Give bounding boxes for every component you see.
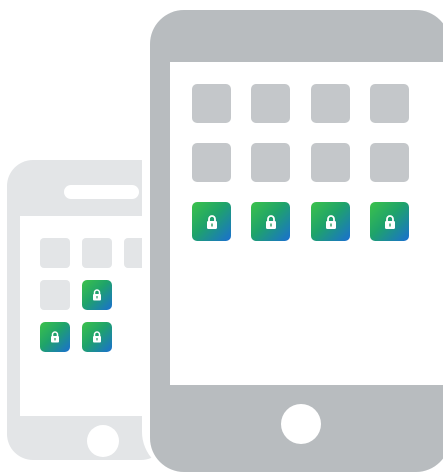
tablet-app-tile <box>311 143 350 182</box>
tablet-app-tile <box>370 84 409 123</box>
tablet-home-button <box>281 404 321 444</box>
tablet-screen <box>170 62 443 385</box>
lock-icon <box>93 331 101 343</box>
tablet-secure-app-tile <box>370 202 409 241</box>
lock-icon <box>206 214 217 229</box>
tablet-app-tile <box>192 143 231 182</box>
phone-speaker <box>64 185 139 199</box>
lock-icon <box>51 331 59 343</box>
lock-icon <box>384 214 395 229</box>
lock-icon <box>325 214 336 229</box>
phone-secure-app-tile <box>82 322 112 352</box>
phone-secure-app-tile <box>82 280 112 310</box>
phone-secure-app-tile <box>40 322 70 352</box>
tablet-secure-app-tile <box>192 202 231 241</box>
tablet-app-tile <box>370 143 409 182</box>
lock-icon <box>93 289 101 301</box>
tablet-app-tile <box>251 143 290 182</box>
phone-app-tile <box>40 280 70 310</box>
lock-icon <box>265 214 276 229</box>
tablet-app-tile <box>311 84 350 123</box>
tablet-secure-app-tile <box>251 202 290 241</box>
tablet-app-tile <box>192 84 231 123</box>
phone-app-tile <box>40 238 70 268</box>
tablet-app-tile <box>251 84 290 123</box>
phone-app-tile <box>82 238 112 268</box>
tablet-secure-app-tile <box>311 202 350 241</box>
phone-home-button <box>87 425 119 457</box>
